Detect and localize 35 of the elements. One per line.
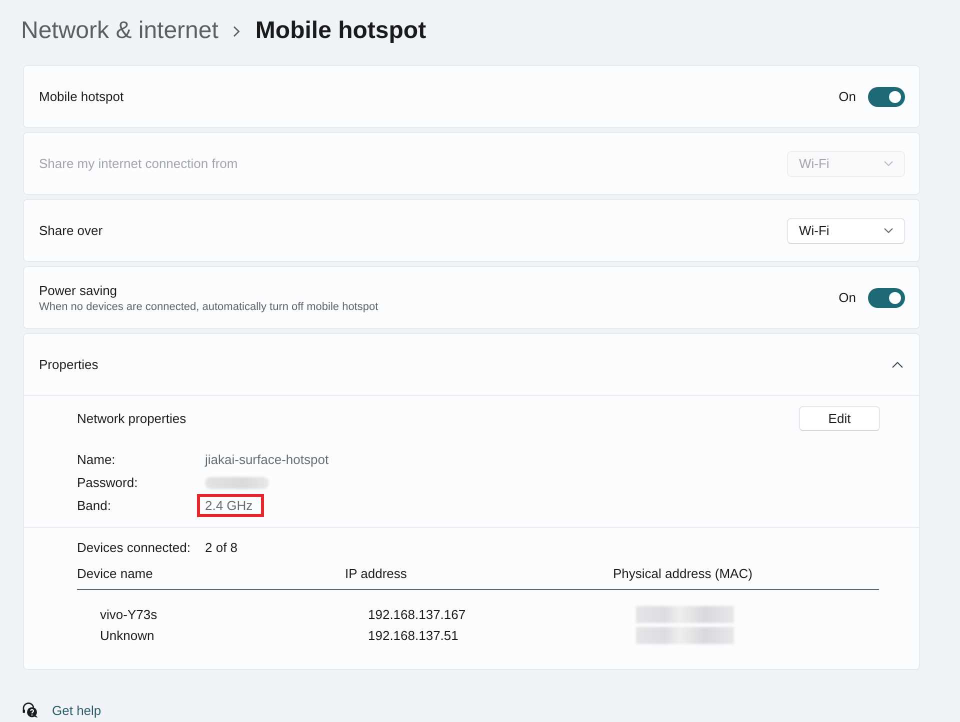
table-cell: Unknown [100, 627, 154, 644]
section-title: Properties [39, 356, 98, 373]
field-label: Password: [77, 474, 138, 491]
setting-label: Share my internet connection from [39, 155, 238, 172]
field-value: 2.4 GHz [205, 497, 253, 514]
chevron-down-icon [884, 228, 893, 233]
setting-label: Share over [39, 222, 103, 239]
table-cell: 192.168.137.51 [368, 627, 458, 644]
toggle-switch[interactable] [868, 86, 905, 106]
field-label: Devices connected: [77, 538, 190, 556]
dropdown[interactable]: Wi-Fi [787, 218, 905, 244]
setting-label: Mobile hotspot [39, 88, 124, 105]
toggle-state-label: On [838, 88, 856, 105]
field-label: Name: [77, 451, 116, 468]
table-cell: vivo-Y73s [100, 606, 158, 623]
help-icon [22, 702, 38, 718]
toggle-state-label: On [838, 289, 856, 306]
breadcrumb-link[interactable]: Network & internet [21, 16, 218, 46]
chevron-up-icon[interactable] [892, 362, 903, 368]
column-header: IP address [345, 565, 407, 583]
page-title: Mobile hotspot [255, 16, 426, 46]
table-cell: 192.168.137.167 [368, 606, 466, 623]
subsection-title: Network properties [77, 410, 186, 427]
column-header: Physical address (MAC) [613, 565, 752, 583]
setting-label: Power saving [39, 282, 118, 298]
edit-button[interactable]: Edit [799, 406, 880, 431]
chevron-right-icon [233, 26, 240, 36]
field-label: Band: [77, 497, 111, 514]
setting-description: When no devices are connected, automatically turn off mobile hotspot [39, 300, 378, 314]
chevron-down-icon [884, 161, 893, 166]
column-header: Device name [77, 565, 153, 583]
field-value: jiakai-surface-hotspot [205, 451, 329, 468]
toggle-switch[interactable] [868, 288, 905, 308]
device-count: 2 of 8 [205, 538, 238, 556]
help-link[interactable]: Get help [52, 702, 102, 718]
